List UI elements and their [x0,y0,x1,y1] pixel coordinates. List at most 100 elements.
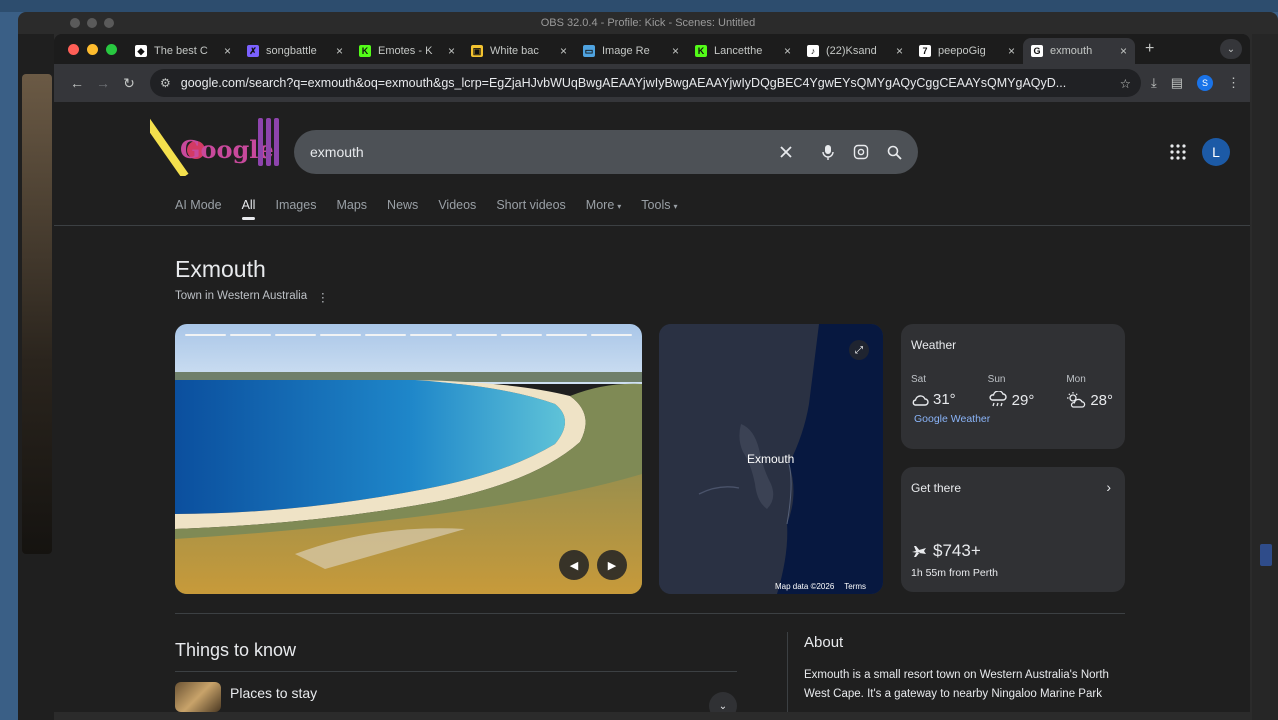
nav-tab-label: AI Mode [175,198,222,212]
chevron-right-icon[interactable]: › [1106,479,1111,495]
things-divider [175,671,737,672]
search-box[interactable]: exmouth [294,130,918,174]
tab-news[interactable]: News [387,198,418,212]
site-info-icon[interactable]: ⚙ [160,76,171,90]
tab-tools[interactable]: Tools ▾ [641,198,677,212]
places-to-stay-item[interactable]: Places to stay [230,685,317,701]
browser-tab[interactable]: ◆ The best C × [127,38,239,64]
reload-button[interactable]: ↻ [116,75,142,92]
voice-search-icon[interactable] [821,144,835,160]
tab-title: peepoGig [938,45,986,57]
map-data-credit: Map data ©2026 [775,582,835,591]
tab-favicon-icon: ▭ [583,45,595,57]
dropdown-caret-icon: ▾ [617,202,622,211]
browser-tab[interactable]: 7 peepoGig × [911,38,1023,64]
weather-card[interactable]: Weather Sat 31° Sun 29° Mon 28° Google W… [901,324,1125,449]
forward-button[interactable]: → [90,75,116,91]
close-tab-icon[interactable]: × [784,44,791,58]
chrome-menu-icon[interactable]: ⋮ [1227,75,1240,91]
chrome-window: ◆ The best C × ✗ songbattle × K Emotes - K × ▣ Whi… [54,34,1250,712]
carousel-next-button[interactable]: ▶ [597,550,627,580]
browser-toolbar: ← → ↻ ⚙ google.com/search?q=exmouth&oq=e… [54,64,1250,102]
google-apps-icon[interactable] [1170,144,1186,160]
tab-favicon-icon: ✗ [247,45,259,57]
map-credit: Map data ©2026 Terms [775,582,866,591]
close-tab-icon[interactable]: × [336,44,343,58]
account-avatar[interactable]: L [1202,138,1230,166]
browser-tab[interactable]: Gexmouth × [1023,38,1135,64]
new-tab-button[interactable]: + [1145,40,1154,58]
download-icon[interactable]: ⤓ [1151,75,1157,91]
forecast-day: Sun 29° [988,374,1035,409]
tab-search-button[interactable]: ⌄ [1220,39,1242,59]
webcam-image [22,74,52,554]
map-card[interactable]: ⤢ Exmouth Map data ©2026 Terms [659,324,883,594]
close-tab-icon[interactable]: × [672,44,679,58]
close-window-button[interactable] [68,43,79,55]
close-tab-icon[interactable]: × [896,44,903,58]
search-input[interactable]: exmouth [310,144,761,160]
nav-tab-label: Tools [641,198,671,212]
tab-maps[interactable]: Maps [336,198,367,212]
tab-favicon-icon: K [695,45,707,57]
close-tab-icon[interactable]: × [448,44,455,58]
google-weather-link[interactable]: Google Weather [914,413,1115,425]
entity-title: Exmouth [175,256,266,282]
browser-tab[interactable]: ▣ White bac × [463,38,575,64]
get-there-card[interactable]: Get there › $743+ 1h 55m from Perth [901,467,1125,592]
close-tab-icon[interactable]: × [224,44,231,58]
minimize-window-button[interactable] [87,43,98,55]
obs-scene-indicator[interactable] [1260,544,1272,566]
tab-title: Image Re [602,45,650,57]
tab-short-videos[interactable]: Short videos [496,198,565,212]
google-doodle-logo[interactable]: Google [150,110,284,176]
zoom-window-button[interactable] [106,43,117,55]
photo-carousel[interactable]: ◀ ▶ [175,324,642,594]
close-tab-icon[interactable]: × [1120,44,1127,58]
map-terms-link[interactable]: Terms [844,582,866,591]
close-tab-icon[interactable]: × [560,44,567,58]
tab-ai-mode[interactable]: AI Mode [175,198,222,212]
places-to-stay-thumbnail[interactable] [175,682,221,712]
bookmark-star-icon[interactable]: ☆ [1120,76,1131,91]
browser-tab[interactable]: K Emotes - K × [351,38,463,64]
forecast-temp: 28° [1090,391,1113,409]
profile-avatar[interactable]: S [1197,75,1213,91]
cast-icon[interactable]: ▤ [1171,75,1183,91]
browser-tab[interactable]: ♪ (22)Ksand × [799,38,911,64]
url-text[interactable]: google.com/search?q=exmouth&oq=exmouth&g… [181,76,1112,90]
browser-tab[interactable]: ▭ Image Re × [575,38,687,64]
more-options-icon[interactable]: ⋮ [317,290,329,304]
tab-videos[interactable]: Videos [438,198,476,212]
nav-divider [54,225,1250,226]
tab-images[interactable]: Images [275,198,316,212]
obs-window-controls[interactable] [70,18,114,28]
window-controls[interactable] [54,43,127,55]
tab-favicon-icon: ◆ [135,45,147,57]
entity-subtitle-row: Town in Western Australia ⋮ [175,290,329,304]
tab-all[interactable]: All [241,198,256,220]
entity-subtitle: Town in Western Australia [175,290,308,302]
forecast-temp: 31° [933,391,956,408]
tab-title: Lancetthe [714,45,763,57]
weather-heading: Weather [911,338,957,352]
map-place-label[interactable]: Exmouth [747,452,794,466]
tab-more[interactable]: More ▾ [586,198,622,212]
chevron-down-icon[interactable]: ⌄ [709,692,737,712]
search-icon[interactable] [887,145,902,160]
browser-tab[interactable]: ✗ songbattle × [239,38,351,64]
address-bar[interactable]: ⚙ google.com/search?q=exmouth&oq=exmouth… [150,69,1141,97]
rain-icon [989,391,1007,407]
browser-tab[interactable]: K Lancetthe × [687,38,799,64]
tab-title: songbattle [266,45,317,57]
carousel-prev-button[interactable]: ◀ [559,550,589,580]
weather-forecast: Sat 31° Sun 29° Mon 28° [911,374,1115,409]
tab-favicon-icon: 7 [919,45,931,57]
nav-tab-label: All [241,198,256,212]
clear-search-icon[interactable] [779,145,793,159]
back-button[interactable]: ← [64,75,90,91]
close-tab-icon[interactable]: × [1008,44,1015,58]
obs-title: OBS 32.0.4 - Profile: Kick - Scenes: Unt… [540,17,756,29]
expand-map-icon[interactable]: ⤢ [849,340,869,360]
lens-search-icon[interactable] [853,144,869,160]
